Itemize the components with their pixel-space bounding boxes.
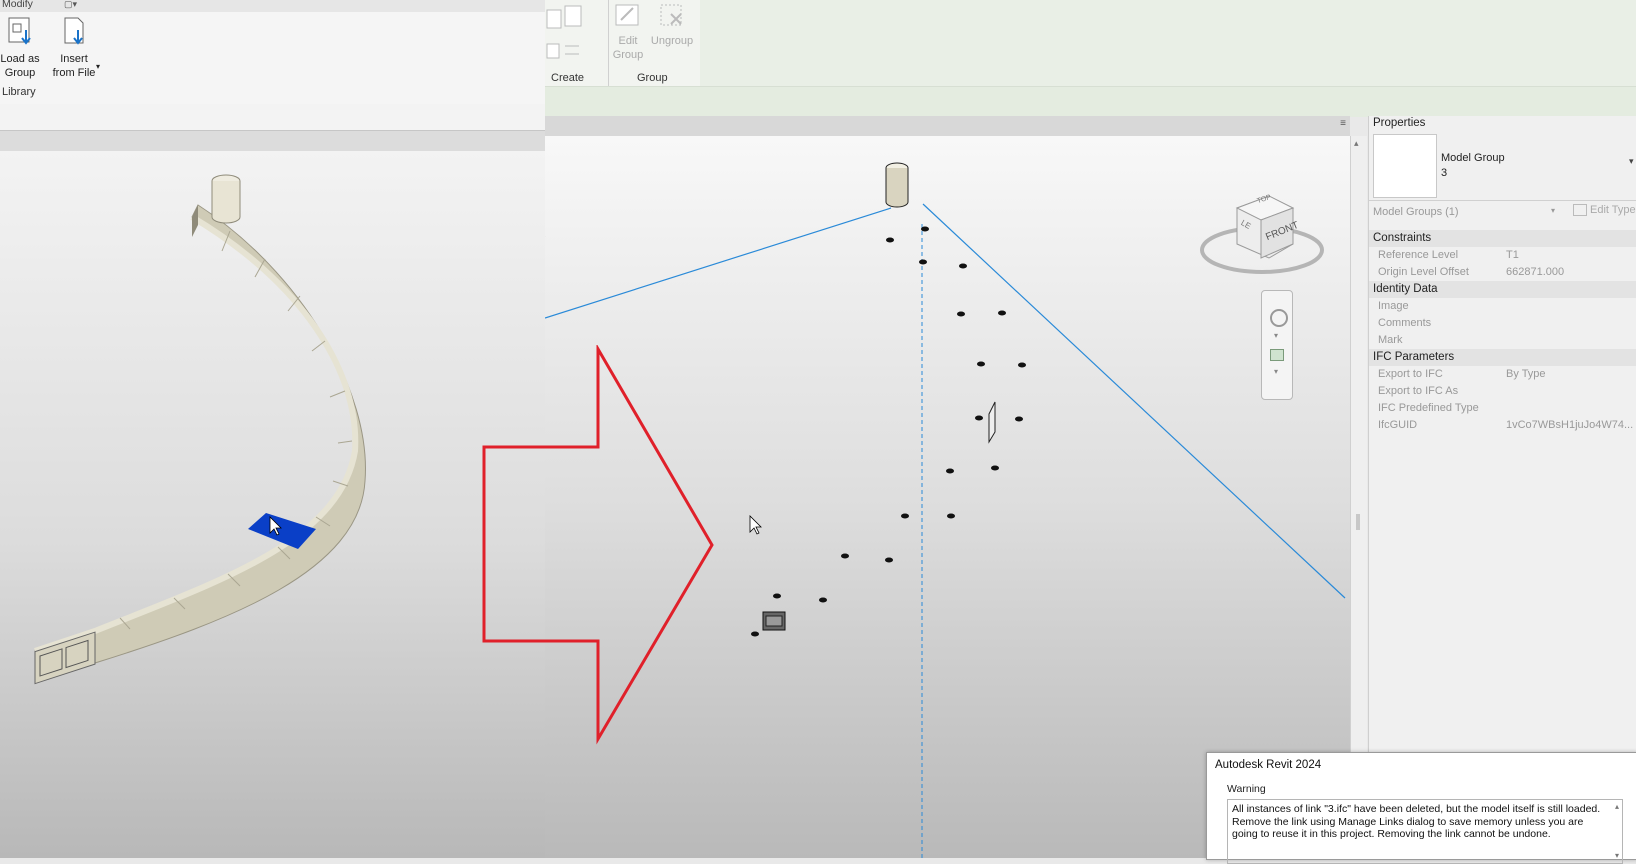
dialog-message-text: All instances of link "3.ifc" have been … [1232,803,1601,840]
left-options-bar [0,104,545,131]
scroll-thumb[interactable] [1356,514,1360,530]
red-arrow-annotation [482,345,714,745]
insert-from-file-label-2: from File [52,67,96,79]
scroll-down-icon[interactable]: ▾ [1615,850,1619,863]
ribbon-left: Modify ▢▾ Load as Group Insert from File… [0,0,545,105]
left-view-titlebar [0,131,545,151]
instance-filter-label: Model Groups (1) [1373,206,1459,218]
edit-group-label-1: Edit [618,35,638,47]
navigation-bar: ▾ ▾ [1261,290,1293,400]
left-3d-view[interactable] [0,151,545,858]
section-identity-data[interactable]: Identity Data [1369,281,1636,298]
warning-dialog: Autodesk Revit 2024 Warning All instance… [1206,752,1636,864]
properties-panel: Properties Model Group 3 ▾ Model Groups … [1368,116,1636,858]
prop-export-to-ifc-as[interactable]: Export to IFC As [1369,383,1636,400]
scroll-up-icon[interactable]: ▴ [1615,801,1619,814]
load-as-group-icon [8,17,31,45]
viewcube-icon [1200,195,1324,274]
load-as-group-label-2: Group [4,67,36,79]
instance-filter-dropdown[interactable]: Model Groups (1) ▾ [1373,206,1561,222]
viewcube[interactable]: TOP FRONT LE [1197,178,1327,288]
prop-origin-level-offset[interactable]: Origin Level Offset 662871.000 [1369,264,1636,281]
modify-tab[interactable]: Modify [2,0,33,10]
prop-image[interactable]: Image [1369,298,1636,315]
edit-group-icon [615,4,639,26]
load-as-group-button[interactable]: Load as Group [0,16,40,80]
prop-comments[interactable]: Comments [1369,315,1636,332]
scroll-up-icon[interactable]: ▴ [1354,138,1359,149]
type-sub: 3 [1441,167,1448,179]
chevron-down-icon[interactable]: ▾ [96,60,100,74]
insert-from-file-label-1: Insert [60,53,88,65]
type-name: Model Group [1441,152,1505,164]
library-panel-label: Library [2,86,36,98]
chevron-down-icon[interactable]: ▾ [1274,331,1278,340]
view-scrollbar[interactable]: ▴ [1350,136,1367,858]
insert-file-icon [64,17,84,45]
prop-reference-level[interactable]: Reference Level T1 [1369,247,1636,264]
dialog-title: Autodesk Revit 2024 [1215,759,1322,771]
modify-dropdown-icon[interactable]: ▢▾ [64,0,77,10]
ungroup-button[interactable]: Ungroup [647,2,697,48]
zoom-region-icon[interactable] [1270,349,1284,361]
group-ribbon-panel: Create Edit Group Ungroup Group [545,0,700,86]
section-constraints[interactable]: Constraints [1369,230,1636,247]
group-panel-label: Group [637,72,668,84]
create-panel-label: Create [551,72,585,84]
create-group-icon [546,5,582,59]
section-ifc-parameters[interactable]: IFC Parameters [1369,349,1636,366]
properties-title: Properties [1373,117,1426,129]
edit-type-icon [1573,204,1587,217]
load-as-group-label-1: Load as [0,53,40,65]
type-preview-image [1373,134,1437,198]
edit-type-label: Edit Type [1590,204,1636,216]
insert-from-file-button[interactable]: Insert from File ▾ [48,16,100,80]
ungroup-label: Ungroup [650,35,694,47]
dialog-message: All instances of link "3.ifc" have been … [1227,799,1623,864]
zoom-chevron-icon[interactable]: ▾ [1274,367,1278,376]
panel-divider [608,0,609,86]
prop-ifc-predefined-type[interactable]: IFC Predefined Type [1369,400,1636,417]
ribbon-right-lower [545,86,1636,117]
curved-duct-model [34,174,366,685]
prop-ifc-guid[interactable]: IfcGUID 1vCo7WBsH1juJo4W74... [1369,417,1636,434]
right-view-titlebar: ≡ [545,116,1350,137]
properties-table: Constraints Reference Level T1 Origin Lev… [1369,230,1636,434]
edit-group-button[interactable]: Edit Group [611,2,645,62]
modify-tab-bar: Modify ▢▾ [0,0,545,12]
dialog-section-label: Warning [1227,783,1266,795]
divider [1369,200,1636,201]
ungroup-icon [660,4,682,26]
chevron-down-icon: ▾ [1551,206,1556,215]
prop-export-to-ifc[interactable]: Export to IFC By Type [1369,366,1636,383]
steering-wheel-icon[interactable] [1270,309,1288,327]
collapse-icon[interactable]: ≡ [1340,118,1346,129]
prop-mark[interactable]: Mark [1369,332,1636,349]
edit-group-label-2: Group [612,49,644,61]
type-selector-chevron-icon[interactable]: ▾ [1629,156,1634,167]
edit-type-button[interactable]: Edit Type [1573,204,1636,222]
